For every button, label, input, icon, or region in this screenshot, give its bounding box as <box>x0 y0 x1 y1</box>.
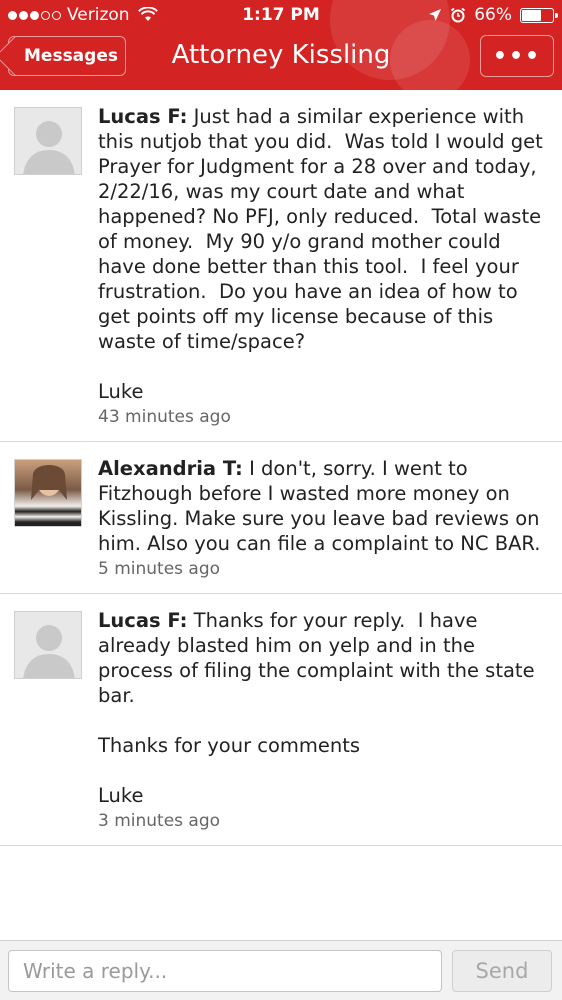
user-photo-icon <box>31 465 67 500</box>
reply-input[interactable] <box>8 950 442 992</box>
more-options-button[interactable]: ••• <box>480 35 554 77</box>
message-author[interactable]: Alexandria T: <box>98 457 243 480</box>
message-body: Alexandria T: I don't, sorry. I went to … <box>98 456 548 556</box>
message-body: Lucas F: Thanks for your reply. I have a… <box>98 608 548 808</box>
avatar[interactable] <box>14 611 82 679</box>
message-item: Lucas F: Just had a similar experience w… <box>0 90 562 442</box>
message-text: Just had a similar experience with this … <box>98 105 543 403</box>
back-button[interactable]: Messages <box>0 36 126 76</box>
page-title: Attorney Kissling <box>171 40 391 70</box>
alarm-icon <box>451 7 466 23</box>
message-time: 43 minutes ago <box>98 407 231 427</box>
top-bar: Verizon 1:17 PM 66% Messages Attorney Ki… <box>0 0 562 90</box>
message-body: Lucas F: Just had a similar experience w… <box>98 104 548 404</box>
message-author[interactable]: Lucas F: <box>98 609 187 632</box>
battery-percent: 66% <box>474 5 512 25</box>
back-button-label: Messages <box>24 46 118 66</box>
message-item: Lucas F: Thanks for your reply. I have a… <box>0 594 562 846</box>
avatar[interactable] <box>14 107 82 175</box>
message-item: Alexandria T: I don't, sorry. I went to … <box>0 442 562 594</box>
default-avatar-icon <box>23 121 75 174</box>
location-arrow-icon <box>429 9 442 21</box>
reply-bar: Send <box>0 940 562 1000</box>
message-thread: Lucas F: Just had a similar experience w… <box>0 90 562 846</box>
message-time: 5 minutes ago <box>98 559 221 579</box>
message-time: 3 minutes ago <box>98 811 221 831</box>
default-avatar-icon <box>23 625 75 678</box>
message-author[interactable]: Lucas F: <box>98 105 187 128</box>
avatar[interactable] <box>14 459 82 527</box>
status-bar: Verizon 1:17 PM 66% <box>0 0 562 32</box>
send-button[interactable]: Send <box>452 950 552 992</box>
message-text: Thanks for your reply. I have already bl… <box>98 609 535 807</box>
battery-icon <box>520 7 558 23</box>
